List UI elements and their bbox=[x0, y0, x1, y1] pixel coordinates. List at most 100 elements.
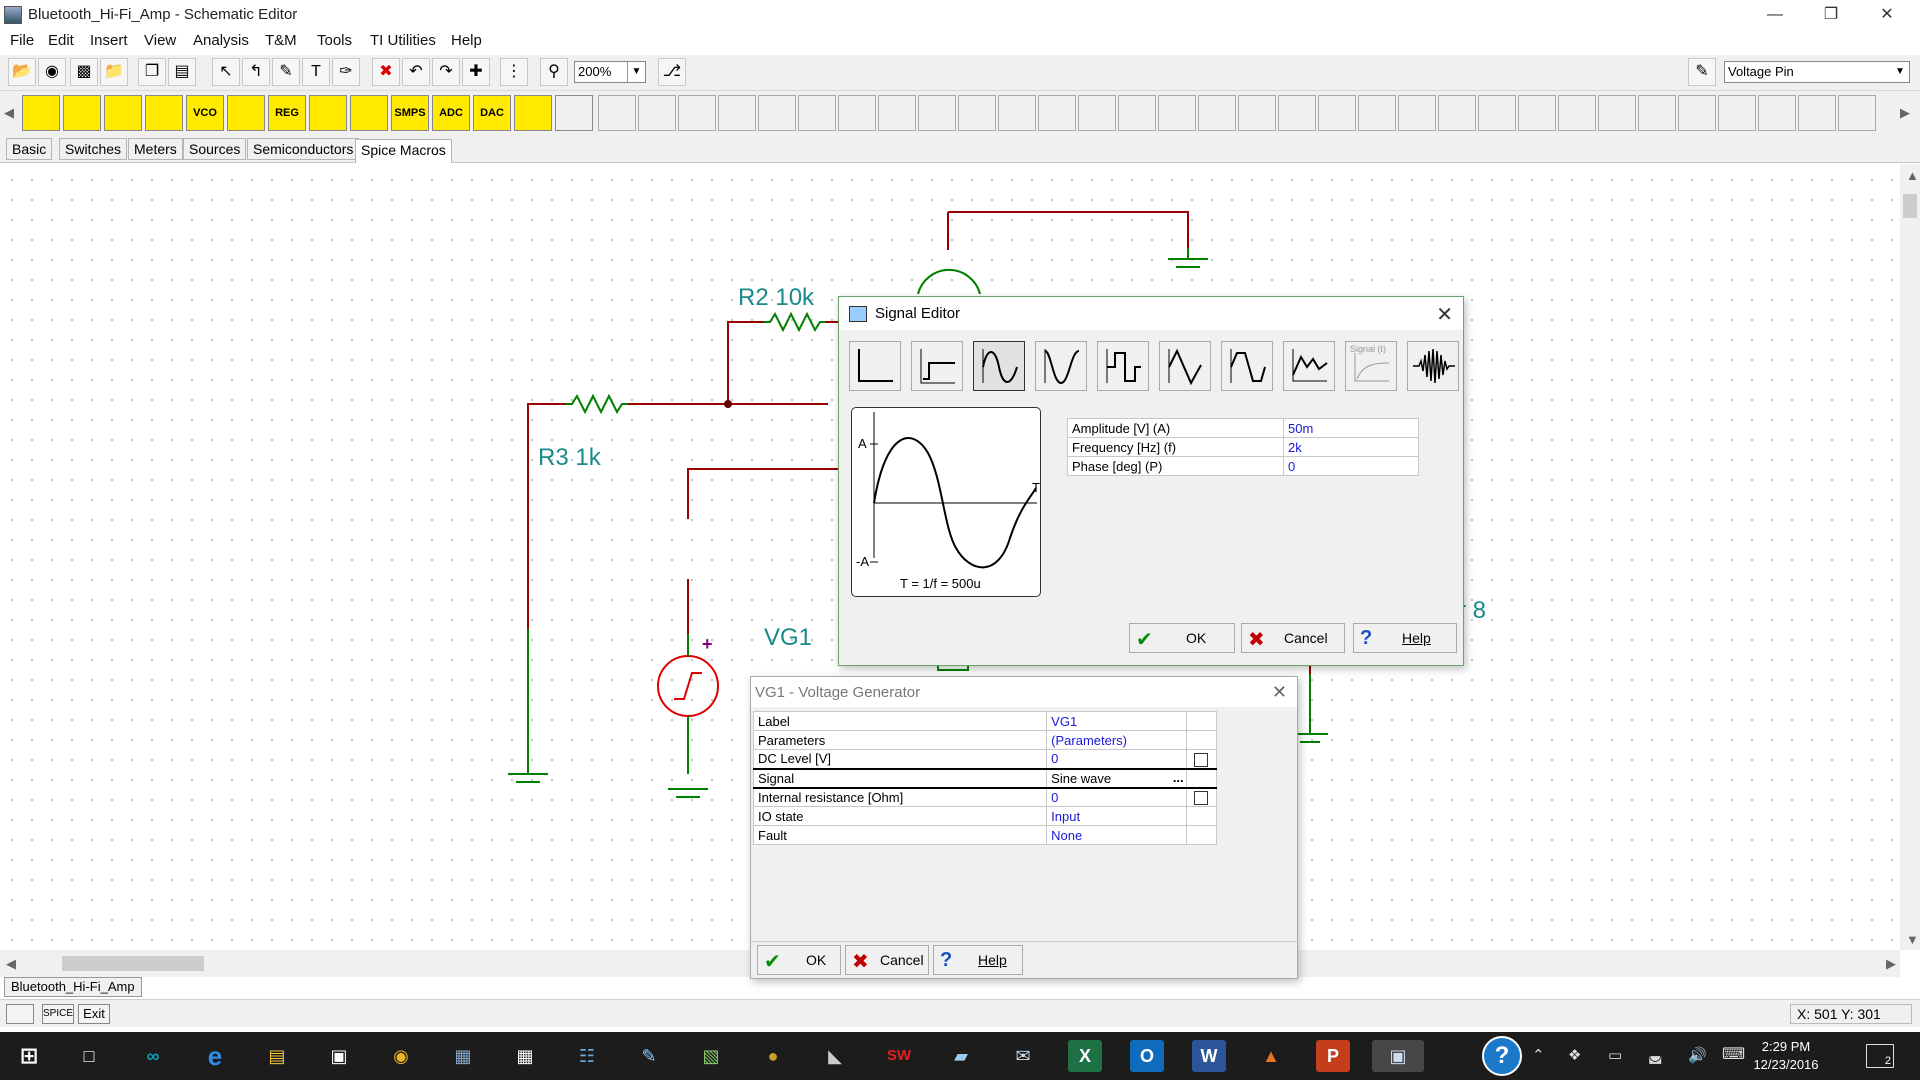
signal-help-button[interactable]: ? Help bbox=[1353, 623, 1457, 653]
tab-basic[interactable]: Basic bbox=[6, 138, 53, 160]
zoom-select[interactable]: 200% ▼ bbox=[574, 61, 646, 83]
component-adc[interactable]: ADC bbox=[432, 95, 470, 131]
store-icon[interactable]: ▣ bbox=[322, 1040, 356, 1072]
component-amp[interactable] bbox=[227, 95, 265, 131]
property-row-selected[interactable]: Signal Sine wave ... bbox=[752, 767, 1218, 789]
notifications-icon[interactable]: 2 bbox=[1866, 1044, 1894, 1068]
powerpoint-icon[interactable]: P bbox=[1316, 1040, 1350, 1072]
open-folder-icon[interactable]: 📁 bbox=[100, 58, 128, 86]
close-icon[interactable]: ✕ bbox=[1436, 302, 1453, 327]
chrome-icon[interactable]: ◉ bbox=[384, 1040, 418, 1072]
chevron-down-icon[interactable]: ▼ bbox=[627, 62, 645, 82]
chevron-up-icon[interactable]: ⌃ bbox=[1532, 1046, 1545, 1064]
notepad-icon[interactable]: ✎ bbox=[632, 1040, 666, 1072]
menu-help[interactable]: Help bbox=[451, 32, 482, 49]
restore-button[interactable]: ❐ bbox=[1808, 0, 1854, 30]
property-row[interactable]: IO state Input bbox=[752, 806, 1218, 826]
menu-analysis[interactable]: Analysis bbox=[193, 32, 249, 49]
param-row[interactable]: Phase [deg] (P) 0 bbox=[1067, 456, 1419, 476]
tool-app-icon[interactable]: ◣ bbox=[818, 1040, 852, 1072]
pen-icon[interactable]: ✎ bbox=[272, 58, 300, 86]
delete-icon[interactable]: ✖ bbox=[372, 58, 400, 86]
scroll-right-icon[interactable]: ▶ bbox=[1886, 956, 1896, 972]
pin-type-select[interactable]: Voltage Pin ▼ bbox=[1724, 61, 1910, 83]
vg1-cancel-button[interactable]: ✖ Cancel bbox=[845, 945, 929, 975]
zoom-icon[interactable]: ⚲ bbox=[540, 58, 568, 86]
property-row[interactable]: Internal resistance [Ohm] 0 bbox=[752, 787, 1218, 807]
menu-tm[interactable]: T&M bbox=[265, 32, 297, 49]
component-smps[interactable]: SMPS bbox=[391, 95, 429, 131]
menu-tools[interactable]: Tools bbox=[317, 32, 352, 49]
pointer-icon[interactable]: ↖ bbox=[212, 58, 240, 86]
help-circle-icon[interactable]: ? bbox=[1482, 1036, 1522, 1076]
edge-icon[interactable]: e bbox=[198, 1040, 232, 1072]
waveform-piecewise-button[interactable] bbox=[1283, 341, 1335, 391]
sphere-app-icon[interactable]: ● bbox=[756, 1040, 790, 1072]
param-value[interactable]: 50m bbox=[1283, 418, 1419, 438]
vg1-ok-button[interactable]: ✔ OK bbox=[757, 945, 841, 975]
waveform-unit-step-button[interactable] bbox=[849, 341, 901, 391]
photo-icon[interactable]: ▧ bbox=[694, 1040, 728, 1072]
close-window-button[interactable]: ✕ bbox=[1864, 0, 1910, 30]
component-block[interactable] bbox=[145, 95, 183, 131]
property-row[interactable]: Parameters (Parameters) bbox=[752, 730, 1218, 750]
calculator-icon[interactable]: ▦ bbox=[508, 1040, 542, 1072]
param-value[interactable]: 2k bbox=[1283, 437, 1419, 457]
task-view-icon[interactable]: □ bbox=[72, 1040, 106, 1072]
minimize-button[interactable]: — bbox=[1752, 0, 1798, 30]
tab-spice-macros[interactable]: Spice Macros bbox=[355, 139, 452, 163]
tab-sources[interactable]: Sources bbox=[183, 138, 247, 160]
analysis-icon[interactable] bbox=[6, 1004, 34, 1024]
component-dac[interactable]: DAC bbox=[473, 95, 511, 131]
dropbox-icon[interactable]: ❖ bbox=[1568, 1046, 1581, 1064]
property-value[interactable]: (Parameters) bbox=[1046, 730, 1187, 750]
system-clock[interactable]: 2:29 PM 12/23/2016 bbox=[1740, 1038, 1832, 1074]
component-generic[interactable] bbox=[555, 95, 593, 131]
component-comparator[interactable] bbox=[309, 95, 347, 131]
component-opamp-2[interactable] bbox=[63, 95, 101, 131]
resistor-r3[interactable] bbox=[566, 393, 628, 415]
scroll-right-icon[interactable]: ▶ bbox=[1900, 105, 1910, 121]
signal-ellipsis-button[interactable]: ... bbox=[1173, 770, 1184, 785]
solidworks-icon[interactable]: SW bbox=[882, 1040, 916, 1072]
waveform-step-button[interactable] bbox=[911, 341, 963, 391]
waveform-cosine-button[interactable] bbox=[1035, 341, 1087, 391]
volume-icon[interactable]: 🔊 bbox=[1688, 1046, 1707, 1064]
menu-edit[interactable]: Edit bbox=[48, 32, 74, 49]
vertical-scroll-thumb[interactable] bbox=[1903, 194, 1917, 218]
paste-icon[interactable]: ▤ bbox=[168, 58, 196, 86]
property-value[interactable]: 0 bbox=[1046, 749, 1187, 769]
files-app-icon[interactable]: ▰ bbox=[944, 1040, 978, 1072]
menu-insert[interactable]: Insert bbox=[90, 32, 128, 49]
save-icon[interactable]: ▩ bbox=[70, 58, 98, 86]
property-value[interactable]: None bbox=[1046, 825, 1187, 845]
property-value[interactable]: Input bbox=[1046, 806, 1187, 826]
excel-icon[interactable]: X bbox=[1068, 1040, 1102, 1072]
scroll-left-icon[interactable]: ◀ bbox=[6, 956, 16, 972]
explorer-icon[interactable]: ▤ bbox=[260, 1040, 294, 1072]
tab-semiconductors[interactable]: Semiconductors bbox=[247, 138, 360, 160]
tab-meters[interactable]: Meters bbox=[128, 138, 183, 160]
resistor-r2[interactable] bbox=[764, 311, 826, 333]
waveform-square-button[interactable] bbox=[1097, 341, 1149, 391]
network-app-icon[interactable]: ☷ bbox=[570, 1040, 604, 1072]
component-buffer[interactable] bbox=[104, 95, 142, 131]
property-value[interactable]: 0 bbox=[1046, 787, 1187, 807]
component-filter[interactable] bbox=[350, 95, 388, 131]
tab-switches[interactable]: Switches bbox=[59, 138, 128, 160]
arduino-icon[interactable]: ∞ bbox=[136, 1040, 170, 1072]
document-tab[interactable]: Bluetooth_Hi-Fi_Amp bbox=[4, 977, 142, 997]
property-row[interactable]: DC Level [V] 0 bbox=[752, 749, 1218, 769]
menu-ti-utilities[interactable]: TI Utilities bbox=[370, 32, 436, 49]
component-ic[interactable] bbox=[514, 95, 552, 131]
waveform-signal-t-button[interactable]: Signal (t) bbox=[1345, 341, 1397, 391]
matlab-icon[interactable]: ▲ bbox=[1254, 1040, 1288, 1072]
wifi-icon[interactable]: ◛ bbox=[1648, 1046, 1663, 1064]
pencil-icon[interactable]: ✑ bbox=[332, 58, 360, 86]
mail-app-icon[interactable]: ✉ bbox=[1006, 1040, 1040, 1072]
grid-icon[interactable]: ⋮ bbox=[500, 58, 528, 86]
tina-icon[interactable]: ▣ bbox=[1372, 1040, 1424, 1072]
probe-icon[interactable]: ⎇ bbox=[658, 58, 686, 86]
internal-resistance-checkbox[interactable] bbox=[1194, 791, 1209, 806]
word-icon[interactable]: W bbox=[1192, 1040, 1226, 1072]
